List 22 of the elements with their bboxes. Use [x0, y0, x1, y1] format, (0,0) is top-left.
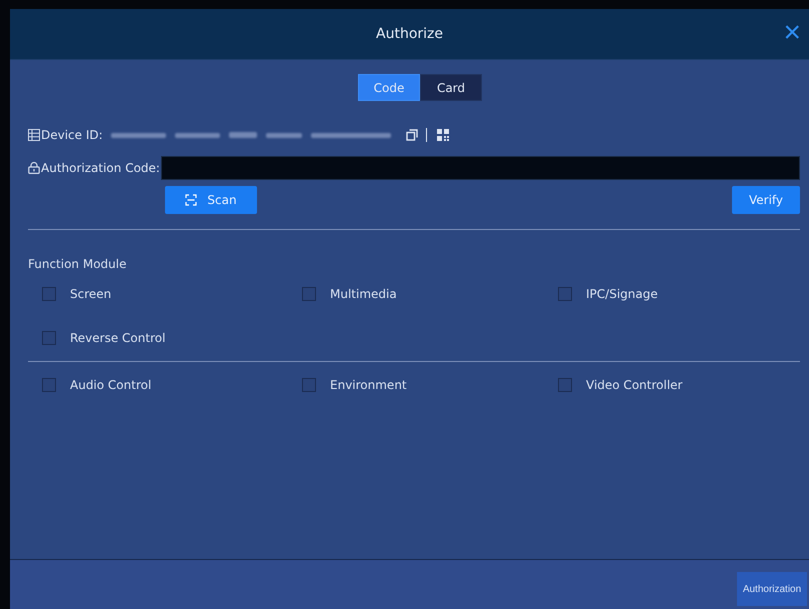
module-checkbox[interactable]: Video Controller: [558, 374, 800, 396]
device-id-label: Device ID:: [41, 128, 103, 142]
tab[interactable]: Card: [420, 74, 482, 101]
authorization-code-field[interactable]: [160, 156, 800, 180]
module-checkbox[interactable]: Multimedia: [302, 283, 558, 305]
list-icon: [28, 129, 40, 141]
copy-icon[interactable]: [406, 129, 418, 141]
verify-button[interactable]: Verify: [732, 186, 800, 214]
scan-button[interactable]: Scan: [165, 186, 257, 214]
module-checkbox[interactable]: Screen: [42, 283, 302, 305]
qr-code-icon[interactable]: [436, 129, 449, 141]
authorization-code-label: Authorization Code:: [41, 161, 160, 175]
module-checkbox[interactable]: Environment: [302, 374, 558, 396]
module-checkbox[interactable]: Reverse Control: [42, 327, 302, 349]
module-checkbox[interactable]: IPC/Signage: [558, 283, 800, 305]
scan-icon: [185, 194, 198, 206]
close-button[interactable]: ×: [779, 19, 805, 47]
window-title: Authorize: [376, 26, 443, 42]
module-checkbox[interactable]: Audio Control: [42, 374, 302, 396]
authorization-button[interactable]: Authorization: [737, 572, 807, 606]
section-title: Function Module: [28, 257, 128, 271]
lock-icon: [28, 162, 40, 174]
